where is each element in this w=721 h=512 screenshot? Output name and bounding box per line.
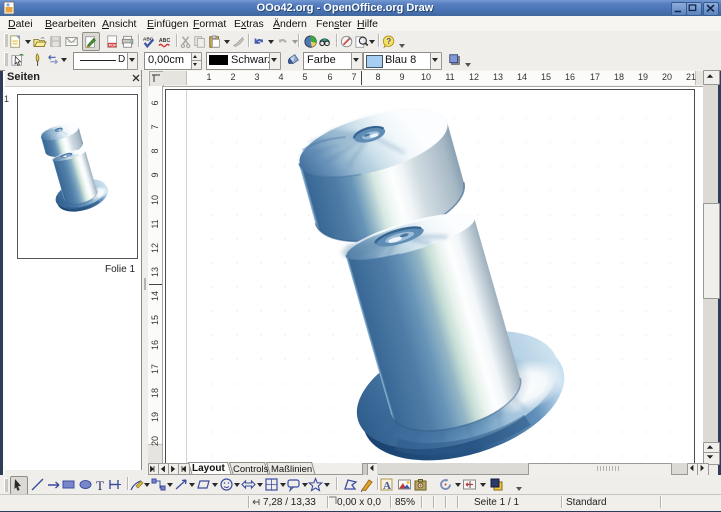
svg-text:ABC: ABC (159, 38, 171, 44)
svg-text:T: T (96, 478, 104, 493)
svg-text:?: ? (386, 37, 391, 46)
svg-text:A: A (383, 480, 391, 492)
svg-text:PDF: PDF (109, 43, 117, 48)
